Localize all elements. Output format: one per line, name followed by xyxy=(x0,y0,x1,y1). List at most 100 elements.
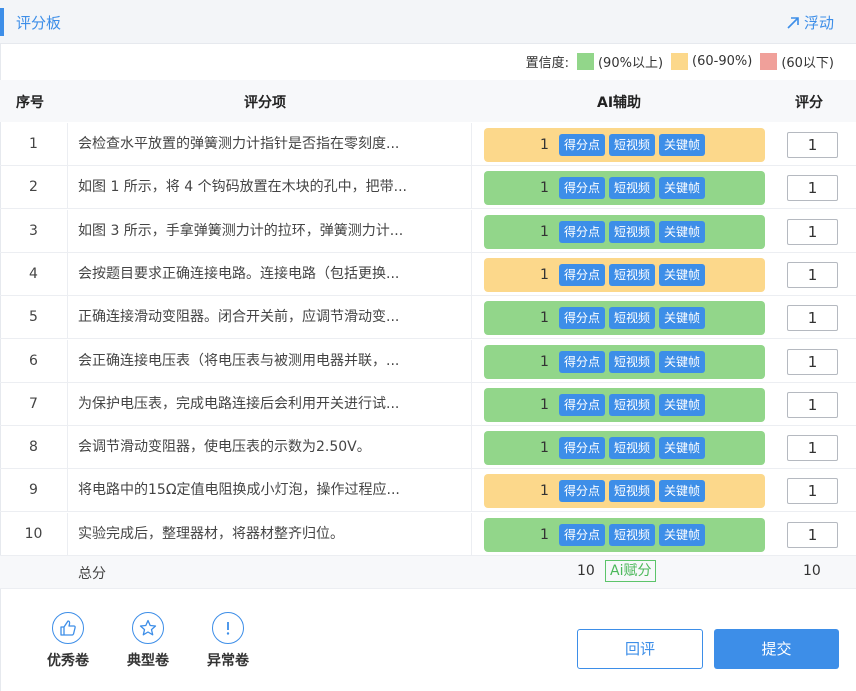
video-tag[interactable]: 短视频 xyxy=(608,134,655,156)
panel-title: 评分板 xyxy=(16,14,62,32)
points-tag[interactable]: 得分点 xyxy=(558,480,605,503)
table-row: 4 会按题目要求正确连接电路。连接电路（包括更换... 1 得分点 短视频 关键帧 xyxy=(0,252,856,296)
ai-value: 1 xyxy=(540,483,549,500)
table-row: 8 会调节滑动变阻器，使电压表的示数为2.50V。 1 得分点 短视频 关键帧 xyxy=(0,426,856,470)
table-row: 9 将电路中的15Ω定值电阻换成小灯泡，操作过程应... 1 得分点 短视频 关键帧 xyxy=(0,469,856,513)
table-row: 3 如图 3 所示，手拿弹簧测力计的拉环，弹簧测力计... 1 得分点 短视频 关键帧 xyxy=(0,209,856,253)
points-tag[interactable]: 得分点 xyxy=(558,307,605,330)
legend-text-mid: (60-90%) xyxy=(692,53,753,69)
video-tag[interactable]: 短视频 xyxy=(608,307,655,330)
score-input[interactable] xyxy=(787,261,838,288)
ai-assist-box: 1 得分点 短视频 关键帧 xyxy=(484,171,765,206)
row-index: 8 xyxy=(0,426,68,470)
arrow-up-right-icon xyxy=(787,16,799,29)
footer-divider xyxy=(0,588,856,589)
submit-button[interactable]: 提交 xyxy=(714,629,839,669)
video-tag[interactable]: 短视频 xyxy=(608,350,655,373)
video-tag[interactable]: 短视频 xyxy=(608,393,655,416)
score-input[interactable] xyxy=(787,305,838,332)
score-input[interactable] xyxy=(787,132,838,158)
total-ai-value: 10 xyxy=(577,563,595,579)
header-item: 评分项 xyxy=(244,95,286,111)
score-input[interactable] xyxy=(787,218,838,245)
row-index: 9 xyxy=(0,469,68,513)
row-index: 6 xyxy=(0,339,68,383)
star-icon xyxy=(139,619,157,636)
row-index: 1 xyxy=(0,123,68,166)
points-tag[interactable]: 得分点 xyxy=(558,350,605,373)
score-input[interactable] xyxy=(787,478,838,505)
row-index: 3 xyxy=(0,209,68,253)
ai-assist-box: 1 得分点 短视频 关键帧 xyxy=(484,344,765,379)
keyframe-tag[interactable]: 关键帧 xyxy=(658,307,705,330)
legend-swatch-mid xyxy=(671,52,689,70)
points-tag[interactable]: 得分点 xyxy=(558,134,605,156)
table-row: 2 如图 1 所示，将 4 个钩码放置在木块的孔中，把带... 1 得分点 短视频 关键帧 xyxy=(0,166,856,210)
row-item-text: 将电路中的15Ω定值电阻换成小灯泡，操作过程应... xyxy=(68,469,472,513)
score-input[interactable] xyxy=(787,435,838,462)
ai-score-button[interactable]: Ai赋分 xyxy=(605,560,657,582)
ai-assist-box: 1 得分点 短视频 关键帧 xyxy=(484,214,765,249)
keyframe-tag[interactable]: 关键帧 xyxy=(658,523,705,546)
row-item-text: 正确连接滑动变阻器。闭合开关前，应调节滑动变... xyxy=(68,296,472,340)
row-item-text: 为保护电压表，完成电路连接后会利用开关进行试... xyxy=(68,382,472,426)
keyframe-tag[interactable]: 关键帧 xyxy=(658,437,705,460)
row-item-text: 会正确连接电压表（将电压表与被测用电器并联，... xyxy=(68,339,472,383)
score-input[interactable] xyxy=(787,391,838,418)
total-label: 总分 xyxy=(78,566,106,582)
legend-text-low: (60以下) xyxy=(781,55,834,71)
video-tag[interactable]: 短视频 xyxy=(608,177,655,200)
ai-assist-box: 1 得分点 短视频 关键帧 xyxy=(484,128,765,162)
ai-value: 1 xyxy=(540,266,549,283)
table-row: 6 会正确连接电压表（将电压表与被测用电器并联，... 1 得分点 短视频 关键帧 xyxy=(0,339,856,383)
video-tag[interactable]: 短视频 xyxy=(608,523,655,546)
review-button[interactable]: 回评 xyxy=(577,629,703,669)
keyframe-tag[interactable]: 关键帧 xyxy=(658,393,705,416)
row-item-text: 会调节滑动变阻器，使电压表的示数为2.50V。 xyxy=(68,426,472,470)
typical-paper-label: 典型卷 xyxy=(127,653,169,669)
points-tag[interactable]: 得分点 xyxy=(558,177,605,200)
keyframe-tag[interactable]: 关键帧 xyxy=(658,177,705,200)
row-item-text: 如图 3 所示，手拿弹簧测力计的拉环，弹簧测力计... xyxy=(68,209,472,253)
keyframe-tag[interactable]: 关键帧 xyxy=(658,263,705,286)
thumbs-up-icon xyxy=(60,620,76,636)
legend-label: 置信度: xyxy=(525,55,569,71)
keyframe-tag[interactable]: 关键帧 xyxy=(658,480,705,503)
score-input[interactable] xyxy=(787,348,838,375)
video-tag[interactable]: 短视频 xyxy=(608,437,655,460)
score-input[interactable] xyxy=(787,521,838,548)
video-tag[interactable]: 短视频 xyxy=(608,220,655,243)
ai-value: 1 xyxy=(540,353,549,370)
points-tag[interactable]: 得分点 xyxy=(558,263,605,286)
ai-assist-box: 1 得分点 短视频 关键帧 xyxy=(484,257,765,292)
keyframe-tag[interactable]: 关键帧 xyxy=(658,350,705,373)
score-input[interactable] xyxy=(787,175,838,202)
ai-value: 1 xyxy=(540,223,549,240)
table-row: 10 实验完成后，整理器材，将器材整齐归位。 1 得分点 短视频 关键帧 xyxy=(0,512,856,556)
ai-value: 1 xyxy=(540,137,549,153)
legend-text-high: (90%以上) xyxy=(597,55,664,71)
keyframe-tag[interactable]: 关键帧 xyxy=(658,220,705,243)
excellent-paper-button[interactable]: 优秀卷 xyxy=(43,612,93,670)
points-tag[interactable]: 得分点 xyxy=(558,437,605,460)
video-tag[interactable]: 短视频 xyxy=(608,480,655,503)
total-score: 10 xyxy=(803,563,821,579)
points-tag[interactable]: 得分点 xyxy=(558,393,605,416)
points-tag[interactable]: 得分点 xyxy=(558,523,605,546)
float-label: 浮动 xyxy=(803,14,834,32)
legend-swatch-high xyxy=(576,52,594,70)
video-tag[interactable]: 短视频 xyxy=(608,263,655,286)
points-tag[interactable]: 得分点 xyxy=(558,220,605,243)
excellent-icon-circle xyxy=(52,612,84,644)
table-row: 7 为保护电压表，完成电路连接后会利用开关进行试... 1 得分点 短视频 关键帧 xyxy=(0,382,856,426)
abnormal-paper-button[interactable]: 异常卷 xyxy=(203,612,253,670)
float-button[interactable]: 浮动 xyxy=(786,12,834,33)
panel-header: 评分板 浮动 xyxy=(0,0,856,44)
ai-assist-box: 1 得分点 短视频 关键帧 xyxy=(484,301,765,336)
total-row: 总分 10 Ai赋分 10 xyxy=(0,556,856,588)
ai-value: 1 xyxy=(540,526,549,543)
row-index: 5 xyxy=(0,296,68,340)
typical-paper-button[interactable]: 典型卷 xyxy=(123,612,173,670)
keyframe-tag[interactable]: 关键帧 xyxy=(658,134,705,156)
exclamation-icon xyxy=(226,622,230,635)
